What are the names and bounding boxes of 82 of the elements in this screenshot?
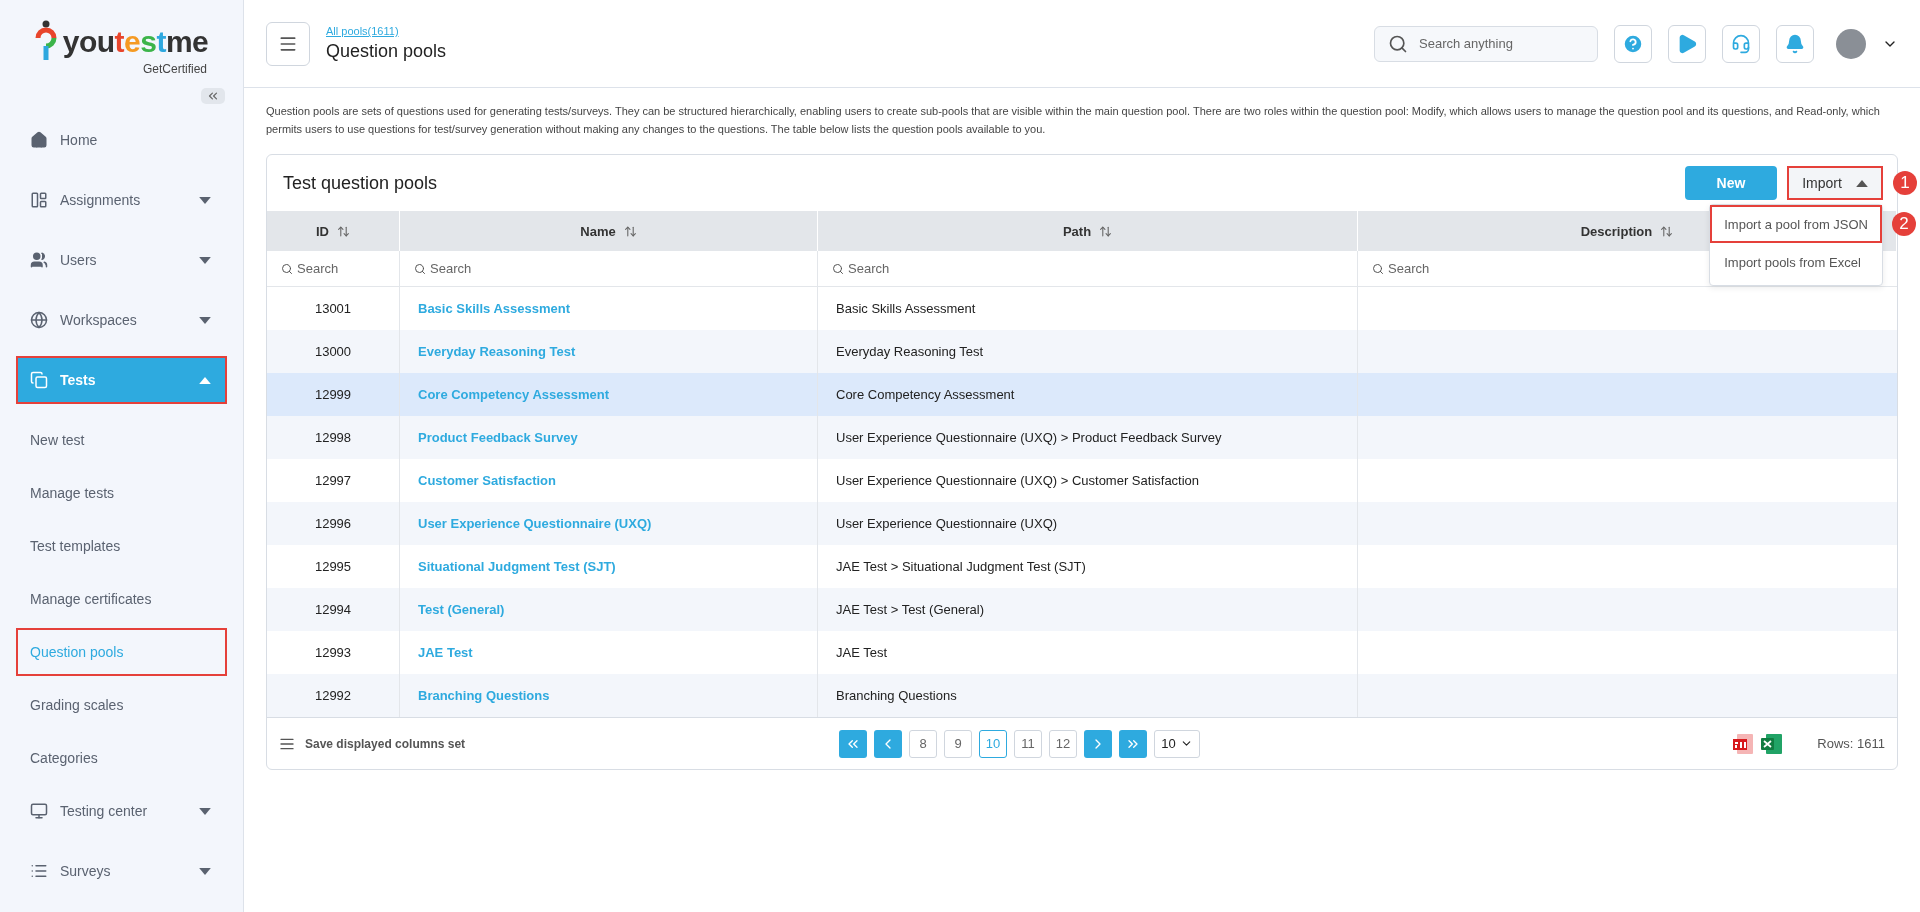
globe-icon	[30, 311, 48, 329]
menu-item[interactable]: Import a pool from JSON	[1710, 205, 1882, 243]
dashboard-icon	[30, 191, 48, 209]
sidebar-subitem[interactable]: Manage tests	[16, 469, 227, 517]
callout-badge: 1	[1893, 171, 1917, 195]
search-icon	[832, 262, 844, 275]
page-button[interactable]: 12	[1049, 729, 1077, 758]
help-button[interactable]	[1614, 24, 1652, 63]
column-search-field[interactable]: Search	[818, 251, 928, 286]
avatar[interactable]	[1836, 28, 1866, 59]
page-title: Question pools	[326, 41, 448, 62]
column-search-field[interactable]: Search	[267, 251, 377, 286]
table-cell: Core Competency Assessment	[818, 373, 1358, 416]
table-cell: 12994	[267, 588, 400, 631]
column-header[interactable]: Name	[400, 211, 818, 251]
sidebar-item[interactable]: Home	[16, 116, 227, 164]
sidebar-subitem[interactable]: New test	[16, 416, 227, 464]
logo-tagline: GetCertified	[142, 62, 207, 76]
pdf-export-icon[interactable]	[1733, 732, 1756, 755]
sidebar-item[interactable]: Testing center	[16, 787, 227, 835]
caret-up-icon	[1855, 179, 1868, 187]
table-cell: JAE Test > Test (General)	[818, 588, 1358, 631]
collapse-button[interactable]	[201, 88, 225, 104]
help-icon	[1622, 32, 1644, 55]
sidebar-subitem[interactable]: Grading scales	[16, 681, 227, 729]
rows-count: Rows: 1611	[1817, 736, 1885, 751]
description-text: Question pools are sets of questions used for generating tests/surveys. They can be structured hierarchically, enabling users to create sub-pools that are visible within the main question pool. There are two roles within the question pool: Modify, which allows users to manage the question pool and its questions, and Read-only, which permits users to use questions for test/survey generation without making any changes to the questions. The table below lists the question pools available to you.	[266, 104, 1881, 137]
table-cell: Everyday Reasoning Test	[818, 330, 1358, 373]
column-header[interactable]: ID	[267, 211, 400, 251]
logo-wordmark: youtestme	[62, 27, 209, 57]
sort-icon	[1099, 224, 1113, 238]
sidebar-item[interactable]: Assignments	[16, 176, 227, 224]
table-cell: 12996	[267, 502, 400, 545]
page-button[interactable]: 9	[944, 729, 972, 758]
callout-badge: 2	[1892, 212, 1916, 236]
save-columns-button[interactable]: Save displayed columns set	[279, 735, 839, 752]
headset-icon	[1731, 33, 1751, 54]
last-page-button[interactable]	[1119, 729, 1147, 758]
previous-page-button[interactable]	[874, 729, 902, 758]
search-field[interactable]: Search anything	[1374, 25, 1598, 62]
sidebar-subitem[interactable]: Manage certificates	[16, 575, 227, 623]
column-header[interactable]: Path	[818, 211, 1358, 251]
table-cell: 12998	[267, 416, 400, 459]
table-cell: 12992	[267, 674, 400, 717]
next-page-button[interactable]	[1084, 729, 1112, 758]
excel-export-icon[interactable]	[1761, 732, 1784, 755]
users-icon	[30, 251, 48, 269]
sort-icon	[1660, 224, 1674, 238]
sort-icon	[623, 224, 637, 238]
first-page-button[interactable]	[839, 729, 867, 758]
card-title: Test question pools	[283, 172, 439, 194]
sidebar-item[interactable]: Workspaces	[16, 296, 227, 344]
page-button[interactable]: 8	[909, 729, 937, 758]
column-search-field[interactable]: Search	[1358, 251, 1468, 286]
search-icon	[281, 262, 293, 275]
menu-button[interactable]	[266, 21, 310, 66]
table-cell: Branching Questions	[818, 674, 1358, 717]
list-icon	[30, 862, 48, 880]
search-icon	[414, 262, 426, 275]
table-cell: 12999	[267, 373, 400, 416]
notifications-button[interactable]	[1776, 24, 1814, 63]
monitor-icon	[30, 802, 48, 820]
sidebar-subitem[interactable]: Test templates	[16, 522, 227, 570]
page-size-select[interactable]: 10	[1154, 729, 1200, 758]
table-cell: User Experience Questionnaire (UXQ) > Product Feedback Survey	[818, 416, 1358, 459]
search-icon	[1372, 262, 1384, 275]
search-icon	[1388, 33, 1408, 54]
double-chevron-left-icon	[206, 89, 220, 103]
copy-icon	[30, 371, 48, 389]
bell-icon	[1785, 33, 1805, 54]
column-search-field[interactable]: Search	[400, 251, 510, 286]
headset-button[interactable]	[1722, 24, 1760, 63]
home-icon	[30, 131, 48, 149]
table-cell: 13000	[267, 330, 400, 373]
table-cell: User Experience Questionnaire (UXQ)	[818, 502, 1358, 545]
sidebar-subitem[interactable]: Categories	[16, 734, 227, 782]
play-button[interactable]	[1668, 24, 1706, 63]
sidebar-item[interactable]: Surveys	[16, 847, 227, 895]
page-button[interactable]: 11	[1014, 729, 1042, 758]
sidebar-item[interactable]: Users	[16, 236, 227, 284]
sort-icon	[337, 224, 350, 238]
import-button[interactable]: Import	[1787, 166, 1883, 200]
